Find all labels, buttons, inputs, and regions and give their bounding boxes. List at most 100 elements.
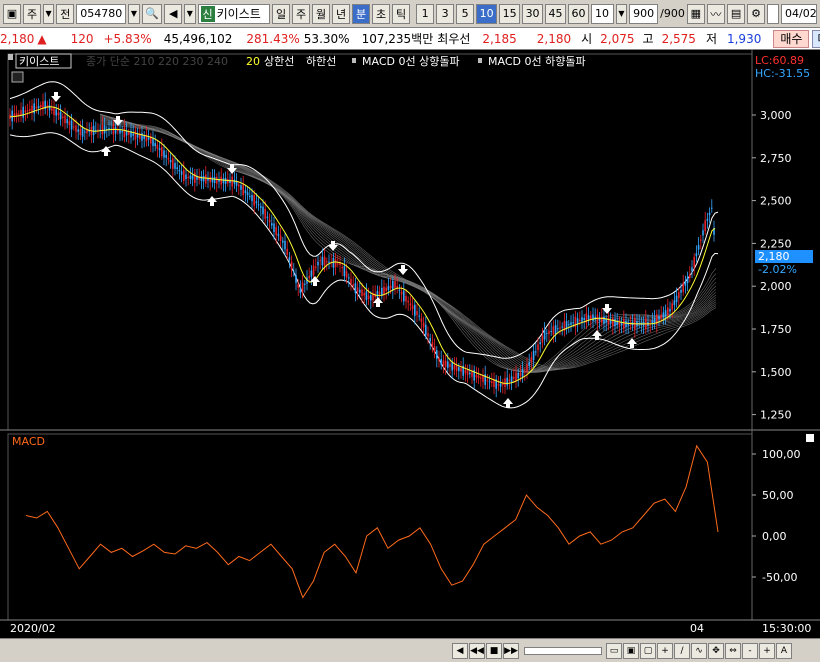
search-icon[interactable]: 🔍 (141, 3, 163, 24)
candle-body (581, 317, 583, 323)
font-icon[interactable]: A (776, 642, 792, 659)
candle-body (667, 307, 669, 316)
candle-body (238, 184, 240, 187)
candle-body (244, 190, 247, 194)
period-day[interactable]: 일 (272, 3, 291, 24)
candle-body (352, 284, 354, 286)
stop-icon[interactable]: ■ (486, 642, 502, 659)
period-second[interactable]: 초 (372, 3, 391, 24)
period-week[interactable]: 주 (292, 3, 311, 24)
candle-body (341, 267, 343, 269)
candle-body (387, 286, 390, 291)
minute-1[interactable]: 1 (416, 3, 435, 24)
period-year[interactable]: 년 (332, 3, 351, 24)
code-dropdown-icon[interactable]: ▼ (128, 3, 140, 24)
candle-body (475, 374, 478, 378)
candle-body (152, 138, 154, 147)
candle-body (260, 206, 262, 208)
candle-body (359, 289, 361, 293)
price-tick-label: 2,250 (760, 237, 792, 250)
restore-icon[interactable]: ▢ (640, 642, 656, 659)
candle-body (277, 233, 280, 236)
wave-icon[interactable]: ∿ (691, 642, 707, 659)
type-select[interactable]: 전 (56, 3, 75, 24)
candle-body (376, 290, 379, 298)
text-small-icon[interactable]: - (742, 642, 758, 659)
candle-body (389, 285, 392, 288)
minute-15[interactable]: 15 (499, 3, 521, 24)
ribbon-line (99, 114, 717, 373)
date-input[interactable]: 04/02 (781, 3, 818, 24)
candle-body (561, 326, 563, 328)
candle-body (403, 290, 405, 302)
candle-body (587, 315, 590, 320)
chart-type-icon[interactable]: 〰 (706, 3, 726, 24)
candle-body (33, 103, 35, 114)
candle-body (477, 375, 480, 379)
candle-body (552, 326, 555, 335)
candle-body (231, 176, 233, 187)
trend-icon[interactable]: ∕ (674, 642, 690, 659)
candle-body (174, 162, 176, 169)
crosshair-icon[interactable]: + (657, 642, 673, 659)
candle-body (266, 216, 269, 219)
bar-count-input[interactable]: 900 (629, 3, 659, 24)
market-select[interactable]: 주 (23, 3, 41, 24)
period-month[interactable]: 월 (312, 3, 331, 24)
candle-body (273, 223, 275, 232)
chart-area[interactable]: 키이스트 종가 단순 210 220 230 240 20 상한선 하한선 MA… (0, 50, 820, 638)
macd-panel-frame (7, 433, 753, 621)
time-start: 2020/02 (10, 622, 56, 635)
text-large-icon[interactable]: + (759, 642, 775, 659)
macd-axis: 100,00 50,00 0,00 -50,00 (752, 448, 801, 584)
scroll-track[interactable] (524, 646, 602, 655)
chevron-down-icon[interactable]: ▼ (43, 3, 55, 24)
candle-body (293, 271, 295, 273)
zoom-out-icon[interactable]: ▭ (606, 642, 622, 659)
chart-toolbar: ▣ 주 ▼ 전 054780 ▼ 🔍 ◀ ▼ 신 키이스트 일 주 월 년 분 초… (0, 0, 820, 28)
candle-body (508, 379, 511, 382)
minute-45[interactable]: 45 (545, 3, 567, 24)
legend-marker-icon (8, 54, 13, 60)
candle-body (524, 371, 526, 373)
minute-3[interactable]: 3 (436, 3, 455, 24)
minute-10[interactable]: 10 (476, 3, 498, 24)
interval-dropdown-icon[interactable]: ▼ (615, 3, 628, 24)
zoom-in-icon[interactable]: ▣ (623, 642, 639, 659)
interval-input[interactable]: 10 (591, 3, 614, 24)
minute-5[interactable]: 5 (456, 3, 475, 24)
table-icon[interactable] (11, 71, 24, 83)
candle-body (132, 133, 134, 136)
stock-code-input[interactable]: 054780 (76, 3, 127, 24)
period-minute[interactable]: 분 (352, 3, 371, 24)
chart-canvas[interactable]: 키이스트 종가 단순 210 220 230 240 20 상한선 하한선 MA… (0, 50, 820, 638)
candle-body (286, 248, 288, 255)
save-icon[interactable]: ▤ (727, 3, 746, 24)
period-tick[interactable]: 틱 (392, 3, 411, 24)
grid-icon[interactable]: ▦ (686, 3, 705, 24)
stock-name-box[interactable]: 신 키이스트 (197, 3, 271, 24)
date-checkbox[interactable] (767, 3, 780, 24)
fit-icon[interactable]: ⇔ (725, 642, 741, 659)
candle-body (570, 322, 572, 325)
candle-body (337, 263, 339, 265)
speaker-icon[interactable]: ◀ (164, 3, 183, 24)
buy-button[interactable]: 매수 (773, 29, 810, 48)
candle-body (592, 314, 594, 322)
gear-icon[interactable]: ⚙ (747, 3, 766, 24)
fast-forward-icon[interactable]: ▶▶ (503, 642, 519, 659)
candle-body (62, 116, 64, 119)
candle-body (73, 126, 75, 128)
move-icon[interactable]: ✥ (708, 642, 724, 659)
minute-30[interactable]: 30 (522, 3, 544, 24)
candle-body (156, 144, 159, 150)
scroll-left-icon[interactable]: ◀ (452, 642, 468, 659)
minute-60[interactable]: 60 (568, 3, 590, 24)
speaker-dropdown-icon[interactable]: ▼ (184, 3, 196, 24)
sell-button[interactable]: 매 (812, 29, 820, 48)
candle-body (227, 179, 229, 184)
macd-close-icon[interactable] (806, 434, 814, 442)
window-icon[interactable]: ▣ (3, 3, 21, 24)
candle-body (440, 359, 442, 365)
rewind-icon[interactable]: ◀◀ (469, 642, 485, 659)
